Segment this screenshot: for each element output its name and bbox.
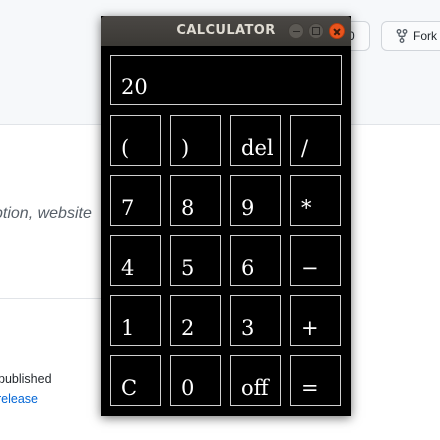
key-3[interactable]: 3 [230,295,281,346]
sidebar-divider [0,298,110,299]
key-add[interactable]: + [290,295,341,346]
key-0[interactable]: 0 [170,355,221,406]
close-icon[interactable] [329,23,345,39]
key-2[interactable]: 2 [170,295,221,346]
key-6[interactable]: 6 [230,235,281,286]
key-9[interactable]: 9 [230,175,281,226]
key-divide[interactable]: / [290,115,341,166]
keypad: ( ) del / 7 8 9 * 4 5 6 − 1 2 3 + C 0 of… [110,115,342,406]
titlebar[interactable]: CALCULATOR [101,16,351,46]
calculator-window: CALCULATOR 20 ( ) del / 7 8 9 * 4 5 6 − … [101,16,351,416]
key-5[interactable]: 5 [170,235,221,286]
key-close-paren[interactable]: ) [170,115,221,166]
key-equals[interactable]: = [290,355,341,406]
key-off[interactable]: off [230,355,281,406]
fork-label: Fork [413,29,437,43]
key-1[interactable]: 1 [110,295,161,346]
key-delete[interactable]: del [230,115,281,166]
fork-button[interactable]: Fork [381,21,440,51]
release-link[interactable]: release [0,392,110,406]
key-7[interactable]: 7 [110,175,161,226]
key-8[interactable]: 8 [170,175,221,226]
key-multiply[interactable]: * [290,175,341,226]
key-subtract[interactable]: − [290,235,341,286]
minimize-icon[interactable] [288,23,304,39]
key-4[interactable]: 4 [110,235,161,286]
repo-description: ption, website [0,205,92,222]
maximize-icon[interactable] [308,23,324,39]
key-clear[interactable]: C [110,355,161,406]
calculator-display: 20 [110,55,342,105]
key-open-paren[interactable]: ( [110,115,161,166]
release-published-text: published [0,372,52,386]
fork-icon [396,29,408,43]
